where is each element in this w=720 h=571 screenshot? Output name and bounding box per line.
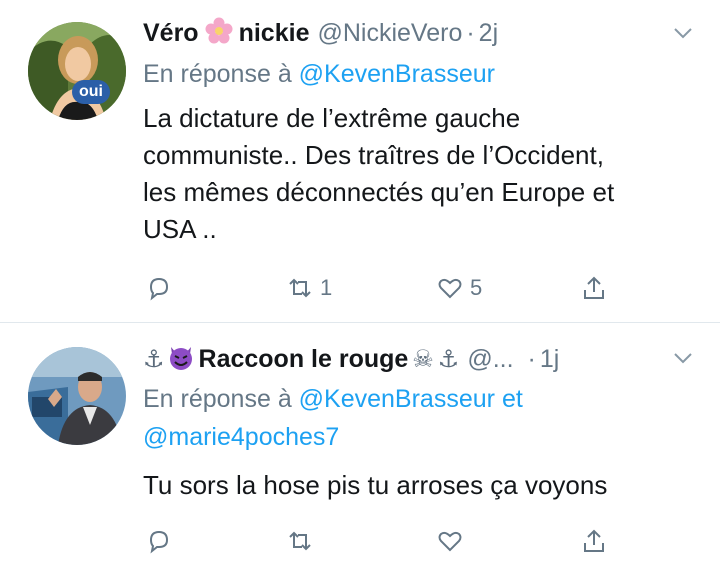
retweet-button[interactable]: 1 <box>286 268 332 308</box>
tweet-header: Véro nickie @NickieVero · 2j <box>143 16 680 50</box>
retweet-count: 1 <box>320 275 333 300</box>
reply-joiner: et <box>501 385 523 413</box>
reply-prefix: En réponse à <box>143 385 292 413</box>
tweet-actions: 1 5 <box>0 268 720 308</box>
heart-icon <box>438 278 462 299</box>
user-handle[interactable]: @NickieVero <box>317 19 462 48</box>
tweet-text-line: les mêmes déconnectés qu’en Europe et <box>143 177 615 207</box>
user-handle[interactable]: @... <box>467 345 513 374</box>
reply-icon <box>149 277 169 301</box>
tweet-header: ⚓ Raccoon le rouge ☠ ⚓ @... · 1j <box>143 342 680 376</box>
chevron-down-icon[interactable] <box>672 22 694 44</box>
reply-button[interactable] <box>145 268 179 308</box>
avatar[interactable]: oui <box>28 22 126 120</box>
separator: · <box>466 18 475 47</box>
like-count: 5 <box>470 275 483 300</box>
tweet[interactable]: ⚓ Raccoon le rouge ☠ ⚓ @... · 1j En répo… <box>0 323 720 571</box>
anchor-emoji-icon: ⚓ <box>437 345 460 373</box>
tweet-text-line: USA .. <box>143 214 217 244</box>
chevron-down-icon[interactable] <box>672 347 694 369</box>
reply-mention[interactable]: @KevenBrasseur <box>299 60 495 88</box>
like-button[interactable]: 5 <box>436 268 482 308</box>
share-icon <box>584 276 604 299</box>
reply-context: En réponse à @KevenBrasseur et <box>143 385 523 414</box>
tweet-text-line: La dictature de l’extrême gauche <box>143 103 521 133</box>
anchor-emoji-icon: ⚓ <box>143 345 165 373</box>
tweet-text: Tu sors la hose pis tu arroses ça voyons <box>143 467 703 504</box>
display-name[interactable]: Véro <box>143 19 199 48</box>
tweet-text-line: communiste.. Des traîtres de l’Occident, <box>143 140 604 170</box>
retweet-icon <box>289 278 311 298</box>
flower-emoji-icon <box>205 17 233 50</box>
retweet-icon <box>289 531 311 551</box>
reply-context-continued: @marie4poches7 <box>143 423 339 452</box>
reply-prefix: En réponse à <box>143 60 292 88</box>
retweet-button[interactable] <box>286 521 320 561</box>
reply-button[interactable] <box>145 521 179 561</box>
timestamp[interactable]: 1j <box>540 345 559 374</box>
reply-mention[interactable]: @marie4poches7 <box>143 423 339 451</box>
avatar[interactable] <box>28 347 126 445</box>
devil-emoji-icon <box>167 343 195 376</box>
display-name[interactable]: Raccoon le rouge <box>199 345 409 374</box>
skull-crossbones-emoji-icon: ☠ <box>412 345 434 373</box>
share-button[interactable] <box>580 521 608 561</box>
reply-mention[interactable]: @KevenBrasseur <box>299 385 495 413</box>
share-button[interactable] <box>580 268 608 308</box>
share-icon <box>584 529 604 552</box>
avatar-badge: oui <box>72 80 110 104</box>
heart-icon <box>438 531 462 552</box>
timestamp[interactable]: 2j <box>479 19 498 48</box>
reply-context: En réponse à @KevenBrasseur <box>143 60 495 89</box>
tweet-text-line: Tu sors la hose pis tu arroses ça voyons <box>143 470 608 500</box>
tweet-text: La dictature de l’extrême gauche communi… <box>143 100 703 248</box>
display-name-suffix[interactable]: nickie <box>239 19 310 48</box>
avatar-image <box>28 22 126 120</box>
tweet[interactable]: oui Véro nickie @NickieVero · 2j En répo… <box>0 0 720 322</box>
like-button[interactable] <box>436 521 470 561</box>
separator: · <box>527 344 536 373</box>
avatar-image <box>28 347 126 445</box>
reply-icon <box>149 530 169 554</box>
avatar-badge-text: oui <box>79 83 103 100</box>
tweet-actions <box>0 521 720 561</box>
